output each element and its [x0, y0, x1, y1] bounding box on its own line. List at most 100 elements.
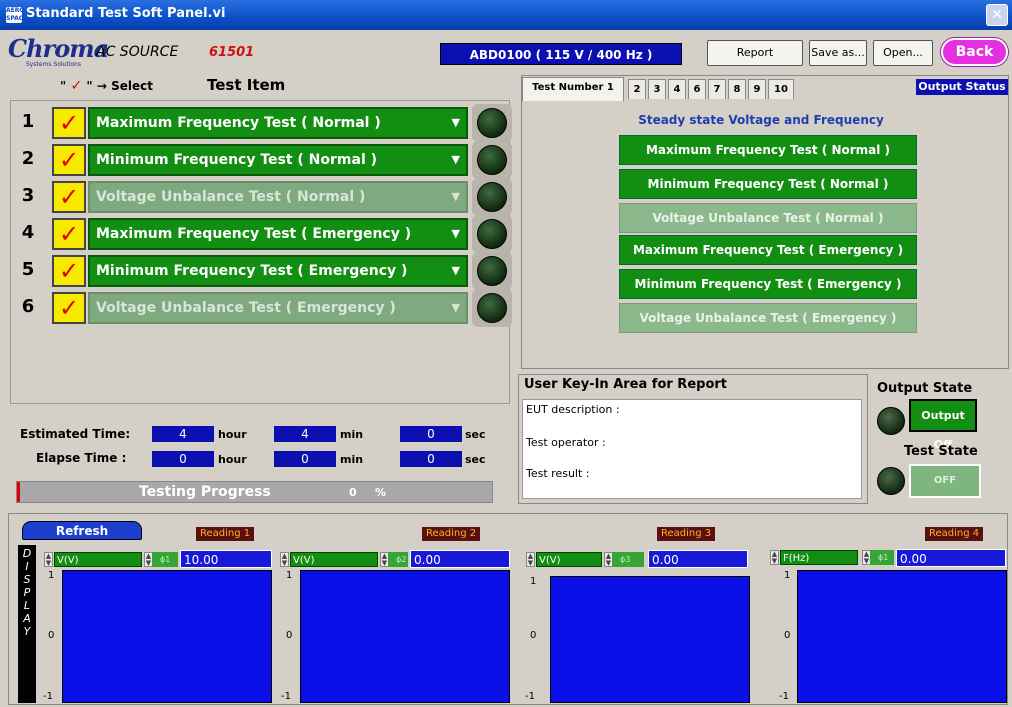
test-operator-label: Test operator :: [526, 436, 606, 449]
progress-unit: %: [375, 486, 387, 499]
steady-test-button-6[interactable]: Voltage Unbalance Test ( Emergency ): [619, 303, 917, 333]
y-tick: 0: [530, 630, 537, 641]
display-letter: S: [23, 573, 31, 586]
testing-progress-bar: Testing Progress 0 %: [16, 481, 493, 503]
steady-test-button-3[interactable]: Voltage Unbalance Test ( Normal ): [619, 203, 917, 233]
test-off-button[interactable]: OFF: [909, 464, 981, 498]
tab-3[interactable]: 3: [648, 79, 666, 99]
check-icon: ✓: [70, 78, 83, 94]
test-item-title: Test Item: [207, 76, 286, 94]
refresh-button[interactable]: Refresh: [22, 521, 142, 540]
spin-icon[interactable]: ▲ ▼: [770, 550, 779, 565]
test-checkbox[interactable]: ✓: [52, 255, 86, 287]
test-select[interactable]: Maximum Frequency Test ( Emergency ) ▼: [88, 218, 468, 250]
measure-select[interactable]: F(Hz): [780, 550, 858, 565]
phase-select[interactable]: ϕ1: [870, 550, 894, 565]
reading-value: 0.00: [896, 549, 1006, 567]
back-button[interactable]: Back: [941, 38, 1008, 66]
y-tick: -1: [525, 691, 535, 702]
test-checkbox[interactable]: ✓: [52, 144, 86, 176]
test-select[interactable]: Voltage Unbalance Test ( Normal ) ▼: [88, 181, 468, 213]
spin-icon[interactable]: ▲ ▼: [526, 552, 535, 567]
dropdown-arrow-icon: ▼: [451, 190, 460, 203]
test-checkbox[interactable]: ✓: [52, 218, 86, 250]
test-checkbox[interactable]: ✓: [52, 107, 86, 139]
unit-sec: sec: [465, 453, 486, 466]
output-off-button[interactable]: Output Off: [909, 399, 977, 451]
reading-2-tag: Reading 2: [422, 527, 481, 541]
reading-1-plot: [62, 570, 272, 703]
led-frame: [472, 252, 512, 290]
steady-test-button-2[interactable]: Minimum Frequency Test ( Normal ): [619, 169, 917, 199]
reading-1-tag: Reading 1: [196, 527, 255, 541]
arrow-icon: →: [96, 79, 107, 93]
row-number: 1: [21, 111, 35, 132]
open-button[interactable]: Open...: [873, 40, 933, 66]
report-button[interactable]: Report: [707, 40, 803, 66]
test-select[interactable]: Maximum Frequency Test ( Normal ) ▼: [88, 107, 468, 139]
elapse-time-label: Elapse Time :: [36, 451, 127, 465]
output-led-icon: [877, 407, 905, 435]
row-number: 4: [21, 222, 35, 243]
title-bar: AERO SPACE Standard Test Soft Panel.vi ✕: [0, 0, 1012, 30]
key-in-title: User Key-In Area for Report: [524, 377, 727, 392]
display-letter: A: [23, 612, 31, 625]
led-frame: [472, 215, 512, 253]
estimated-time-label: Estimated Time:: [20, 427, 131, 441]
steady-test-button-5[interactable]: Minimum Frequency Test ( Emergency ): [619, 269, 917, 299]
tab-7[interactable]: 7: [708, 79, 726, 99]
tab-4[interactable]: 4: [668, 79, 686, 99]
tab-9[interactable]: 9: [748, 79, 766, 99]
key-in-textarea[interactable]: EUT description : Test operator : Test r…: [522, 399, 862, 499]
display-letter: L: [23, 599, 31, 612]
spin-icon[interactable]: ▲ ▼: [44, 552, 53, 567]
eut-description-label: EUT description :: [526, 403, 620, 416]
y-tick: -1: [43, 691, 53, 702]
y-tick: 1: [286, 570, 293, 581]
model-number: 61501: [209, 45, 255, 60]
progress-value: 0: [349, 486, 357, 499]
unit-sec: sec: [465, 428, 486, 441]
select-hint: " ✓ " → Select: [60, 78, 153, 94]
save-as-button[interactable]: Save as...: [809, 40, 867, 66]
test-select[interactable]: Voltage Unbalance Test ( Emergency ) ▼: [88, 292, 468, 324]
status-led-icon: [477, 256, 507, 286]
test-checkbox[interactable]: ✓: [52, 292, 86, 324]
row-number: 3: [21, 185, 35, 206]
tab-6[interactable]: 6: [688, 79, 706, 99]
estimated-sec: 0: [400, 426, 462, 442]
measure-select[interactable]: V(V): [290, 552, 378, 567]
close-icon[interactable]: ✕: [986, 4, 1008, 26]
progress-fill: [17, 482, 20, 502]
tab-2[interactable]: 2: [628, 79, 646, 99]
progress-label: Testing Progress: [139, 484, 271, 500]
test-result-label: Test result :: [526, 467, 590, 480]
measure-select[interactable]: V(V): [536, 552, 602, 567]
y-tick: -1: [779, 691, 789, 702]
test-select-label: Maximum Frequency Test ( Emergency ): [96, 226, 412, 242]
phase-select[interactable]: ϕ1: [152, 552, 178, 567]
y-tick: 0: [286, 630, 293, 641]
output-state-title: Output State: [877, 381, 973, 396]
tab-test-number-1[interactable]: Test Number 1: [522, 77, 624, 101]
test-select[interactable]: Minimum Frequency Test ( Emergency ) ▼: [88, 255, 468, 287]
steady-test-button-1[interactable]: Maximum Frequency Test ( Normal ): [619, 135, 917, 165]
estimated-hour: 4: [152, 426, 214, 442]
steady-test-button-4[interactable]: Maximum Frequency Test ( Emergency ): [619, 235, 917, 265]
row-number: 2: [21, 148, 35, 169]
status-led-icon: [477, 293, 507, 323]
ac-source-label: AC SOURCE: [96, 44, 179, 60]
reading-3-plot: [550, 576, 750, 703]
test-select-label: Voltage Unbalance Test ( Emergency ): [96, 300, 396, 316]
spin-icon[interactable]: ▲ ▼: [280, 552, 289, 567]
test-state-title: Test State: [904, 444, 978, 459]
tab-10[interactable]: 10: [768, 79, 794, 99]
row-number: 5: [21, 259, 35, 280]
tab-8[interactable]: 8: [728, 79, 746, 99]
app-icon: AERO SPACE: [6, 7, 28, 23]
test-checkbox[interactable]: ✓: [52, 181, 86, 213]
test-select[interactable]: Minimum Frequency Test ( Normal ) ▼: [88, 144, 468, 176]
measure-select[interactable]: V(V): [54, 552, 142, 567]
phase-select[interactable]: ϕ2: [388, 552, 408, 567]
phase-select[interactable]: ϕ3: [612, 552, 644, 567]
